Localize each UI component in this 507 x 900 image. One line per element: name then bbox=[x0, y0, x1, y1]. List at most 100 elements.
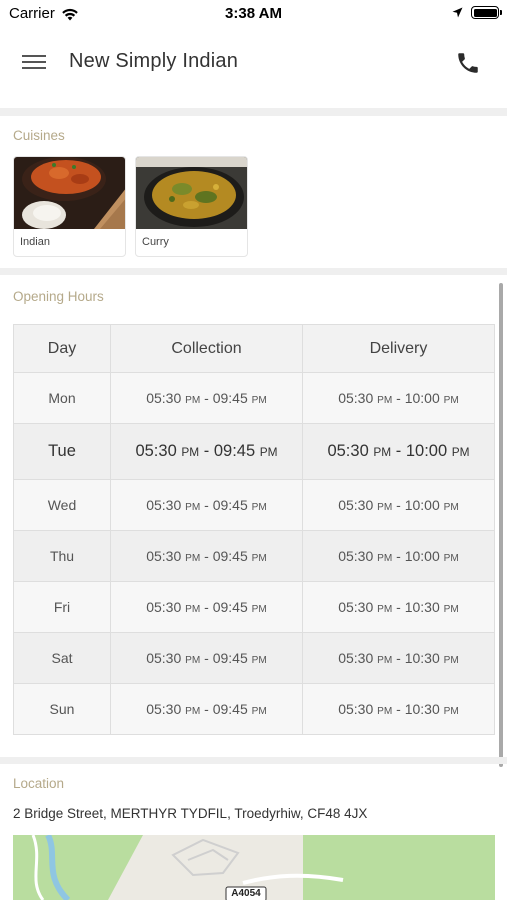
day-cell: Mon bbox=[13, 372, 111, 424]
table-row: Wed 05:30 PM - 09:45 PM 05:30 PM - 10:00 P… bbox=[13, 479, 495, 531]
close-time: 09:45 bbox=[212, 548, 248, 564]
table-row: Mon 05:30 PM - 09:45 PM 05:30 PM - 10:00 P… bbox=[13, 372, 495, 424]
close-time: 10:30 bbox=[404, 599, 440, 615]
close-time: 10:00 bbox=[404, 390, 440, 406]
column-header-day: Day bbox=[13, 324, 111, 373]
meridiem: PM bbox=[373, 445, 392, 459]
separator: - bbox=[396, 497, 401, 513]
open-time: 05:30 bbox=[146, 497, 182, 513]
separator: - bbox=[395, 442, 402, 460]
meridiem: PM bbox=[259, 445, 278, 459]
day-cell: Sun bbox=[13, 683, 111, 735]
collection-hours-cell: 05:30 PM - 09:45 PM bbox=[110, 479, 303, 531]
meridiem: PM bbox=[185, 502, 201, 513]
map-road-label: A4054 bbox=[231, 888, 261, 899]
meridiem: PM bbox=[181, 445, 200, 459]
table-row: Tue 05:30 PM - 09:45 PM 05:30 PM - 10:00 P… bbox=[13, 423, 495, 480]
location-label: Location bbox=[13, 776, 65, 791]
opening-hours-label: Opening Hours bbox=[13, 289, 104, 304]
meridiem: PM bbox=[377, 502, 393, 513]
delivery-hours-cell: 05:30 PM - 10:00 PM bbox=[302, 423, 495, 480]
open-time: 05:30 bbox=[338, 701, 374, 717]
table-row: Fri 05:30 PM - 09:45 PM 05:30 PM - 10:30 P… bbox=[13, 581, 495, 633]
cuisine-name: Curry bbox=[142, 236, 169, 248]
status-bar: Carrier 3:38 AM bbox=[0, 0, 507, 28]
phone-icon[interactable] bbox=[455, 50, 481, 76]
separator: - bbox=[396, 390, 401, 406]
close-time: 09:45 bbox=[212, 390, 248, 406]
separator: - bbox=[204, 548, 209, 564]
open-time: 05:30 bbox=[338, 390, 374, 406]
meridiem: PM bbox=[185, 604, 201, 615]
collection-hours-cell: 05:30 PM - 09:45 PM bbox=[110, 581, 303, 633]
close-time: 09:45 bbox=[212, 497, 248, 513]
close-time: 10:30 bbox=[404, 701, 440, 717]
day-cell: Fri bbox=[13, 581, 111, 633]
close-time: 10:30 bbox=[404, 650, 440, 666]
open-time: 05:30 bbox=[338, 548, 374, 564]
meridiem: PM bbox=[377, 655, 393, 666]
meridiem: PM bbox=[185, 553, 201, 564]
indian-dish-image bbox=[14, 157, 125, 229]
column-header-collection: Collection bbox=[110, 324, 303, 373]
delivery-hours-cell: 05:30 PM - 10:00 PM bbox=[302, 479, 495, 531]
meridiem: PM bbox=[251, 706, 267, 717]
collection-hours-cell: 05:30 PM - 09:45 PM bbox=[110, 530, 303, 582]
collection-hours-cell: 05:30 PM - 09:45 PM bbox=[110, 683, 303, 735]
meridiem: PM bbox=[251, 655, 267, 666]
app-header: New Simply Indian bbox=[0, 28, 507, 108]
meridiem: PM bbox=[251, 553, 267, 564]
meridiem: PM bbox=[443, 655, 459, 666]
open-time: 05:30 bbox=[146, 390, 182, 406]
meridiem: PM bbox=[443, 395, 459, 406]
status-right bbox=[452, 6, 502, 19]
close-time: 09:45 bbox=[212, 599, 248, 615]
section-divider bbox=[0, 108, 507, 116]
section-divider bbox=[0, 268, 507, 275]
cuisine-card-curry[interactable]: Curry bbox=[135, 156, 248, 257]
open-time: 05:30 bbox=[338, 497, 374, 513]
meridiem: PM bbox=[377, 553, 393, 564]
meridiem: PM bbox=[185, 395, 201, 406]
hamburger-menu-icon[interactable] bbox=[22, 52, 48, 74]
open-time: 05:30 bbox=[135, 442, 177, 460]
close-time: 10:00 bbox=[404, 548, 440, 564]
status-time: 3:38 AM bbox=[225, 5, 282, 22]
meridiem: PM bbox=[451, 445, 470, 459]
separator: - bbox=[396, 599, 401, 615]
day-cell: Wed bbox=[13, 479, 111, 531]
separator: - bbox=[203, 442, 210, 460]
day-cell: Tue bbox=[13, 423, 111, 480]
location-arrow-icon bbox=[452, 7, 463, 18]
meridiem: PM bbox=[443, 706, 459, 717]
cuisines-label: Cuisines bbox=[13, 128, 65, 143]
open-time: 05:30 bbox=[338, 599, 374, 615]
delivery-hours-cell: 05:30 PM - 10:00 PM bbox=[302, 372, 495, 424]
table-row: Thu 05:30 PM - 09:45 PM 05:30 PM - 10:00 P… bbox=[13, 530, 495, 582]
battery-icon bbox=[471, 6, 502, 19]
day-cell: Sat bbox=[13, 632, 111, 684]
open-time: 05:30 bbox=[327, 442, 369, 460]
location-map[interactable]: A4054 bbox=[13, 835, 495, 900]
meridiem: PM bbox=[377, 706, 393, 717]
address-text: 2 Bridge Street, MERTHYR TYDFIL, Troedyr… bbox=[13, 806, 368, 821]
collection-hours-cell: 05:30 PM - 09:45 PM bbox=[110, 372, 303, 424]
separator: - bbox=[396, 701, 401, 717]
separator: - bbox=[396, 650, 401, 666]
meridiem: PM bbox=[377, 395, 393, 406]
meridiem: PM bbox=[251, 604, 267, 615]
day-cell: Thu bbox=[13, 530, 111, 582]
meridiem: PM bbox=[443, 604, 459, 615]
scrollbar[interactable] bbox=[499, 283, 503, 767]
page-title: New Simply Indian bbox=[69, 50, 239, 72]
cuisine-card-indian[interactable]: Indian bbox=[13, 156, 126, 257]
close-time: 10:00 bbox=[404, 497, 440, 513]
delivery-hours-cell: 05:30 PM - 10:00 PM bbox=[302, 530, 495, 582]
table-row: Sat 05:30 PM - 09:45 PM 05:30 PM - 10:30 P… bbox=[13, 632, 495, 684]
delivery-hours-cell: 05:30 PM - 10:30 PM bbox=[302, 581, 495, 633]
separator: - bbox=[204, 650, 209, 666]
delivery-hours-cell: 05:30 PM - 10:30 PM bbox=[302, 683, 495, 735]
curry-dish-image bbox=[136, 157, 247, 229]
meridiem: PM bbox=[443, 502, 459, 513]
cuisine-name: Indian bbox=[20, 236, 50, 248]
